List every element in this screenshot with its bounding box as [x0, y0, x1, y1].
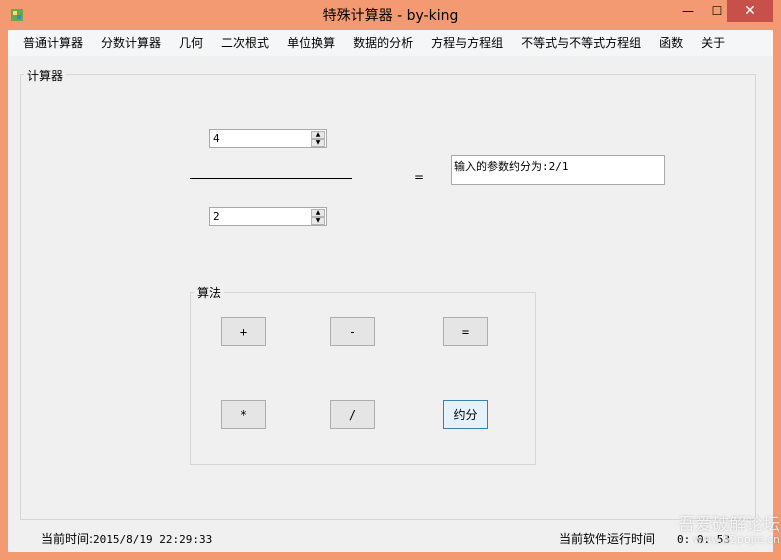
numerator-down-icon[interactable]: ▼	[311, 139, 325, 147]
menu-about[interactable]: 关于	[692, 30, 734, 56]
numerator-input[interactable]: 4 ▲ ▼	[209, 129, 327, 148]
calculator-groupbox-label: 计算器	[24, 67, 67, 84]
menu-unit-conversion[interactable]: 单位换算	[278, 30, 344, 56]
current-time-label: 当前时间:	[41, 532, 94, 546]
equals-sign: =	[414, 170, 425, 184]
reduce-button[interactable]: 约分	[443, 400, 488, 429]
window-title: 特殊计算器 - by-king	[322, 8, 459, 24]
denominator-up-icon[interactable]: ▲	[311, 209, 325, 217]
denominator-value: 2	[213, 210, 220, 223]
minimize-button[interactable]: —	[673, 0, 703, 22]
menu-equations[interactable]: 方程与方程组	[422, 30, 512, 56]
menu-data-analysis[interactable]: 数据的分析	[344, 30, 422, 56]
current-time-value: 2015/8/19 22:29:33	[93, 533, 213, 546]
client-area: 普通计算器 分数计算器 几何 二次根式 单位换算 数据的分析 方程与方程组 不等…	[8, 30, 780, 552]
menu-inequalities[interactable]: 不等式与不等式方程组	[512, 30, 650, 56]
menu-quadratic-radical[interactable]: 二次根式	[212, 30, 278, 56]
result-field[interactable]: 输入的参数约分为:2/1	[451, 155, 665, 185]
watermark: 吾爱破解论坛 www.52pojie.cn	[660, 510, 780, 550]
close-button[interactable]: ✕	[727, 0, 773, 22]
denominator-down-icon[interactable]: ▼	[311, 217, 325, 225]
add-button[interactable]: +	[221, 317, 266, 346]
numerator-up-icon[interactable]: ▲	[311, 131, 325, 139]
numerator-value: 4	[213, 132, 220, 145]
watermark-main: 吾爱破解论坛	[678, 515, 780, 535]
run-time-label: 当前软件运行时间	[559, 532, 656, 546]
app-window: 特殊计算器 - by-king — ☐ ✕ 普通计算器 分数计算器 几何 二次根…	[0, 0, 781, 560]
menu-bar: 普通计算器 分数计算器 几何 二次根式 单位换算 数据的分析 方程与方程组 不等…	[8, 30, 773, 56]
current-time: 当前时间:2015/8/19 22:29:33	[41, 530, 212, 547]
fraction-bar	[190, 178, 352, 179]
algorithm-groupbox-label: 算法	[194, 284, 225, 301]
multiply-button[interactable]: *	[221, 400, 266, 429]
subtract-button[interactable]: -	[330, 317, 375, 346]
menu-geometry[interactable]: 几何	[170, 30, 212, 56]
menu-functions[interactable]: 函数	[650, 30, 692, 56]
menu-fraction-calculator[interactable]: 分数计算器	[92, 30, 170, 56]
equals-button[interactable]: =	[443, 317, 488, 346]
divide-button[interactable]: /	[330, 400, 375, 429]
menu-normal-calculator[interactable]: 普通计算器	[8, 30, 92, 56]
denominator-input[interactable]: 2 ▲ ▼	[209, 207, 327, 226]
title-bar[interactable]: 特殊计算器 - by-king — ☐ ✕	[0, 0, 781, 30]
